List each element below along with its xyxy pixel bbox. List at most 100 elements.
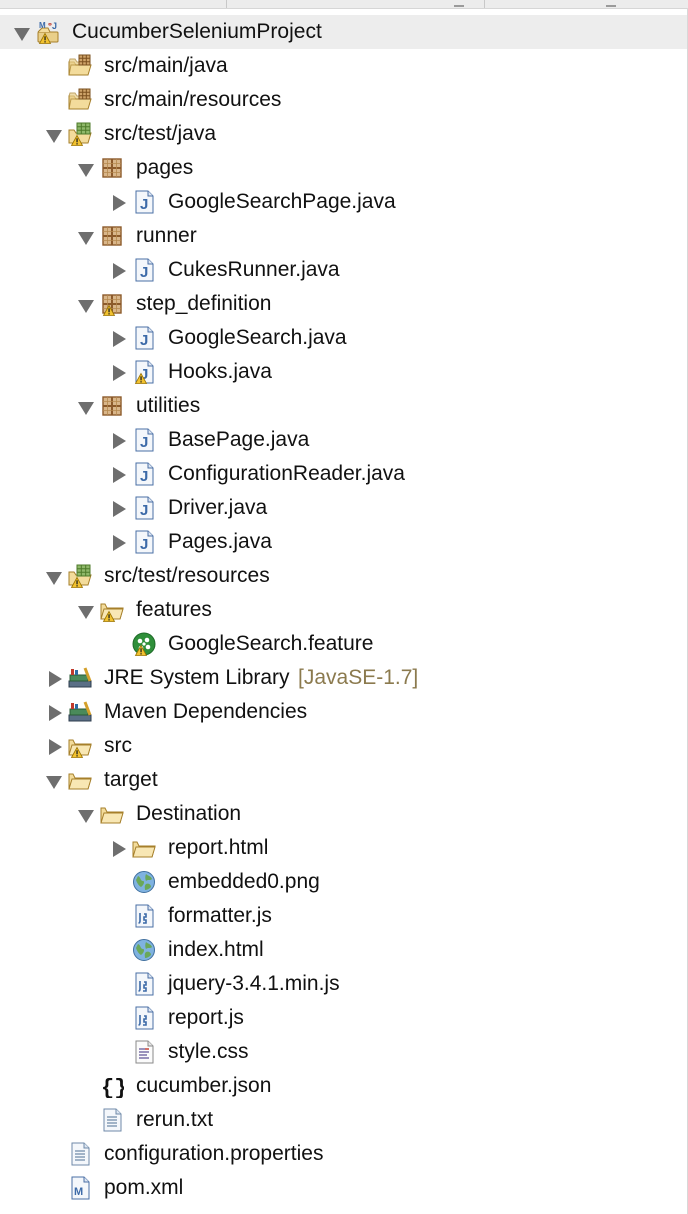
tree-item-googlesearchpage-java[interactable]: J GoogleSearchPage.java xyxy=(0,185,687,219)
tree-item-label: src/test/java xyxy=(104,122,217,145)
globe-icon xyxy=(132,938,156,962)
chevron-right-icon[interactable] xyxy=(110,466,126,483)
tree-item-hooks-java[interactable]: J Hooks.java xyxy=(0,355,687,389)
tree-item-maven-dependencies[interactable]: Maven Dependencies xyxy=(0,695,687,729)
tree-item-configuration-properties[interactable]: configuration.properties xyxy=(0,1137,687,1171)
text-file-icon xyxy=(100,1108,124,1132)
chevron-right-icon[interactable] xyxy=(110,840,126,857)
tree-item-label: Driver.java xyxy=(168,496,268,519)
folder-icon xyxy=(100,802,124,826)
svg-text:J: J xyxy=(140,434,148,451)
tree-item-package-runner[interactable]: runner xyxy=(0,219,687,253)
js-file-icon xyxy=(132,972,156,996)
library-icon xyxy=(68,700,92,724)
chevron-right-icon[interactable] xyxy=(110,364,126,381)
chevron-right-icon[interactable] xyxy=(110,194,126,211)
chevron-down-icon[interactable] xyxy=(78,160,94,177)
chevron-right-icon[interactable] xyxy=(46,738,62,755)
tree-item-jquery-js[interactable]: jquery-3.4.1.min.js xyxy=(0,967,687,1001)
java-file-icon: J xyxy=(132,190,156,214)
chevron-right-icon[interactable] xyxy=(110,330,126,347)
chevron-right-icon[interactable] xyxy=(110,432,126,449)
chevron-right-icon[interactable] xyxy=(110,534,126,551)
tree-item-src-test-resources[interactable]: src/test/resources xyxy=(0,559,687,593)
chevron-right-icon[interactable] xyxy=(110,500,126,517)
globe-icon xyxy=(132,870,156,894)
tree-item-pom-xml[interactable]: Mpom.xml xyxy=(0,1171,687,1205)
chevron-down-icon[interactable] xyxy=(46,772,62,789)
tree-item-label: pom.xml xyxy=(104,1176,184,1199)
tree-item-googlesearch-feature[interactable]: GoogleSearch.feature xyxy=(0,627,687,661)
svg-text:J: J xyxy=(140,196,148,213)
chevron-down-icon[interactable] xyxy=(78,602,94,619)
tree-item-label: configuration.properties xyxy=(104,1142,324,1165)
tree-item-label: Pages.java xyxy=(168,530,272,553)
tree-item-src-test-java[interactable]: src/test/java xyxy=(0,117,687,151)
source-folder-icon xyxy=(68,54,92,78)
tree-item-label: pages xyxy=(136,156,194,179)
tree-item-package-utilities[interactable]: utilities xyxy=(0,389,687,423)
tree-item-label: target xyxy=(104,768,158,791)
chevron-right-icon[interactable] xyxy=(110,262,126,279)
json-braces-icon: {} xyxy=(100,1074,124,1098)
java-file-icon: J xyxy=(132,530,156,554)
tree-item-formatter-js[interactable]: formatter.js xyxy=(0,899,687,933)
java-file-icon: J xyxy=(132,428,156,452)
tree-item-googlesearch-java[interactable]: J GoogleSearch.java xyxy=(0,321,687,355)
java-file-icon: J xyxy=(132,258,156,282)
folder-icon xyxy=(68,768,92,792)
tree-item-package-pages[interactable]: pages xyxy=(0,151,687,185)
tree-item-cucumber-json[interactable]: {} cucumber.json xyxy=(0,1069,687,1103)
tree-item-label: style.css xyxy=(168,1040,249,1063)
chevron-right-icon[interactable] xyxy=(46,704,62,721)
tree-item-src-main-resources[interactable]: src/main/resources xyxy=(0,83,687,117)
svg-text:J: J xyxy=(140,468,148,485)
tree-item-basepage-java[interactable]: J BasePage.java xyxy=(0,423,687,457)
tree-item-folder-features[interactable]: features xyxy=(0,593,687,627)
tree-item-label: GoogleSearch.feature xyxy=(168,632,374,655)
tree-item-pages-java[interactable]: J Pages.java xyxy=(0,525,687,559)
tree-item-jre-system-library[interactable]: JRE System Library [JavaSE-1.7] xyxy=(0,661,687,695)
tree-item-package-step-definition[interactable]: step_definition xyxy=(0,287,687,321)
chevron-right-icon[interactable] xyxy=(46,670,62,687)
tree-item-folder-target[interactable]: target xyxy=(0,763,687,797)
tree-item-label: src/main/java xyxy=(104,54,228,77)
tree-item-label: Hooks.java xyxy=(168,360,272,383)
tree-item-folder-src[interactable]: src xyxy=(0,729,687,763)
js-file-icon xyxy=(132,1006,156,1030)
tree-item-label: src/test/resources xyxy=(104,564,270,587)
tree-item-embedded0-png[interactable]: embedded0.png xyxy=(0,865,687,899)
maven-pom-icon: M xyxy=(68,1176,92,1200)
tree-item-label: Maven Dependencies xyxy=(104,700,308,723)
text-file-icon xyxy=(68,1142,92,1166)
tree-item-label: src xyxy=(104,734,132,757)
tree-item-label: embedded0.png xyxy=(168,870,320,893)
chevron-down-icon[interactable] xyxy=(78,806,94,823)
tree-item-driver-java[interactable]: J Driver.java xyxy=(0,491,687,525)
css-file-icon xyxy=(132,1040,156,1064)
tree-item-folder-destination[interactable]: Destination xyxy=(0,797,687,831)
tree-item-src-main-java[interactable]: src/main/java xyxy=(0,49,687,83)
tree-item-label: CukesRunner.java xyxy=(168,258,340,281)
source-folder-icon xyxy=(68,88,92,112)
tree-item-report-js[interactable]: report.js xyxy=(0,1001,687,1035)
tree-item-rerun-txt[interactable]: rerun.txt xyxy=(0,1103,687,1137)
package-icon xyxy=(100,394,124,418)
chevron-down-icon[interactable] xyxy=(78,296,94,313)
tree-item-index-html[interactable]: index.html xyxy=(0,933,687,967)
chevron-down-icon[interactable] xyxy=(46,568,62,585)
tree-item-folder-report-html[interactable]: report.html xyxy=(0,831,687,865)
chevron-down-icon[interactable] xyxy=(14,24,30,41)
chevron-down-icon[interactable] xyxy=(78,228,94,245)
maven-java-project-icon: M ⚭ J xyxy=(36,20,60,44)
svg-text:J: J xyxy=(140,502,148,519)
tree-item-project-root[interactable]: M ⚭ J CucumberSeleniumProject xyxy=(0,15,687,49)
tree-item-cukesrunner-java[interactable]: J CukesRunner.java xyxy=(0,253,687,287)
tree-item-label: src/main/resources xyxy=(104,88,282,111)
chevron-down-icon[interactable] xyxy=(78,398,94,415)
tree-item-style-css[interactable]: style.css xyxy=(0,1035,687,1069)
tree-item-label: cucumber.json xyxy=(136,1074,272,1097)
chevron-down-icon[interactable] xyxy=(46,126,62,143)
svg-text:{}: {} xyxy=(101,1076,124,1098)
tree-item-configurationreader-java[interactable]: J ConfigurationReader.java xyxy=(0,457,687,491)
